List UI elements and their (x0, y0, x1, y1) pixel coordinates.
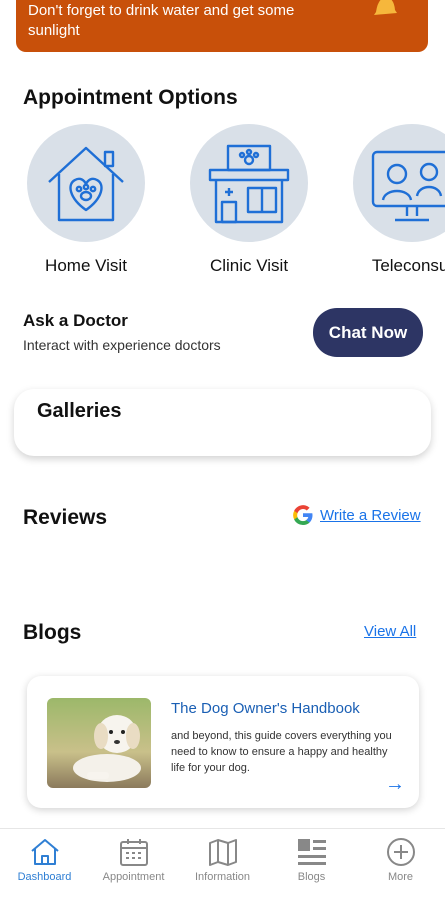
nav-label: Information (194, 871, 251, 883)
banner-text-line2: sunlight (28, 22, 80, 39)
calendar-icon (119, 839, 148, 866)
nav-more[interactable]: More (356, 829, 445, 900)
option-home-visit[interactable]: Home Visit (11, 124, 161, 276)
blog-title: The Dog Owner's Handbook (171, 700, 360, 717)
write-review-link[interactable]: Write a Review (292, 504, 421, 526)
arrow-right-icon[interactable]: → (385, 773, 405, 796)
blogs-title: Blogs (23, 621, 82, 644)
nav-dashboard[interactable]: Dashboard (0, 829, 89, 900)
option-teleconsult[interactable]: Teleconsul (337, 124, 445, 276)
clinic-icon (208, 144, 290, 224)
nav-label: Appointment (102, 871, 165, 883)
blog-thumbnail (47, 698, 151, 788)
nav-information[interactable]: Information (178, 829, 267, 900)
appointment-options-title: Appointment Options (23, 86, 238, 109)
view-all-link[interactable]: View All (364, 623, 416, 640)
ask-doctor-section: Ask a Doctor Interact with experience do… (23, 311, 221, 353)
banner-text-line1: Don't forget to drink water and get some (28, 2, 295, 19)
nav-appointment[interactable]: Appointment (89, 829, 178, 900)
article-icon (297, 839, 326, 865)
ask-doctor-subtitle: Interact with experience doctors (23, 337, 221, 353)
option-clinic-visit[interactable]: Clinic Visit (174, 124, 324, 276)
nav-label: Blogs (297, 871, 326, 883)
reviews-title: Reviews (23, 506, 108, 529)
reminder-banner: Don't forget to drink water and get some… (16, 0, 428, 52)
nav-label: More (387, 871, 414, 883)
write-review-label: Write a Review (320, 506, 421, 524)
house-paw-icon (48, 146, 124, 222)
chat-now-button[interactable]: Chat Now (313, 308, 423, 357)
monitor-icon (371, 150, 445, 222)
galleries-title: Galleries (37, 400, 122, 422)
option-label: Home Visit (45, 256, 127, 275)
blog-description: and beyond, this guide covers everything… (171, 730, 392, 774)
bottom-navigation: Dashboard Appointment Information Blogs (0, 828, 445, 900)
map-icon (208, 839, 237, 866)
nav-blogs[interactable]: Blogs (267, 829, 356, 900)
option-label: Clinic Visit (209, 256, 289, 275)
plus-circle-icon (386, 838, 415, 866)
google-icon (293, 505, 313, 526)
appointment-options-carousel[interactable]: Home Visit Clinic Visit Teleconsul (0, 124, 445, 284)
bell-icon (374, 0, 397, 15)
home-icon (30, 839, 59, 865)
galleries-card[interactable]: Galleries (14, 389, 431, 456)
option-label: Teleconsul (371, 256, 445, 275)
blog-card[interactable]: The Dog Owner's Handbook and beyond, thi… (27, 676, 419, 808)
ask-doctor-title: Ask a Doctor (23, 311, 128, 330)
nav-label: Dashboard (17, 871, 72, 883)
